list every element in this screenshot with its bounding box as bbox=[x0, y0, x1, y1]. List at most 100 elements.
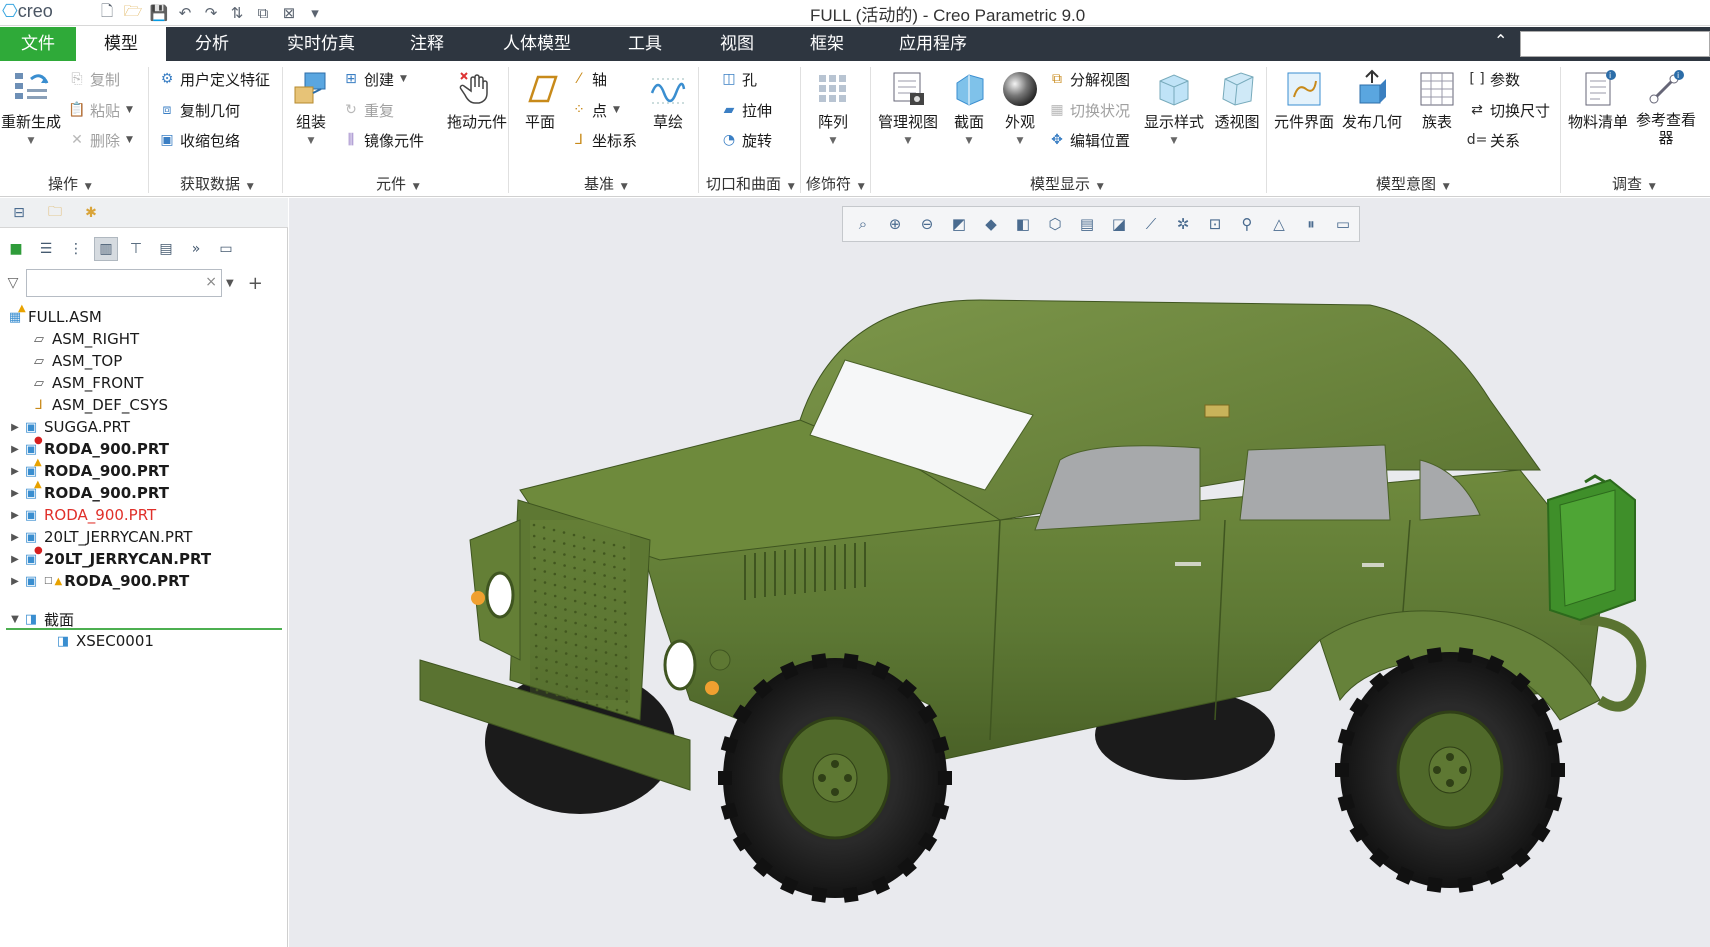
filter-icon[interactable]: ▽ bbox=[4, 274, 22, 292]
tree-item[interactable]: ▱ ASM_FRONT bbox=[30, 372, 143, 394]
delete-button[interactable]: ✕ 删除 ▼ bbox=[68, 128, 133, 152]
tree-item[interactable]: ▶ ▣ RODA_900.PRT bbox=[8, 504, 156, 526]
add-icon[interactable]: + bbox=[248, 273, 263, 294]
vehicle-3d-model[interactable] bbox=[289, 198, 1710, 947]
expand-arrow-icon[interactable]: ▶ bbox=[8, 466, 22, 477]
tab-tools[interactable]: 工具 bbox=[608, 27, 682, 61]
close-window-icon[interactable]: ⊠ bbox=[278, 2, 300, 24]
tab-manikin[interactable]: 人体模型 bbox=[490, 27, 584, 61]
section-item[interactable]: ◨ XSEC0001 bbox=[54, 630, 154, 652]
customize-qat-icon[interactable]: ▾ bbox=[304, 2, 326, 24]
family-table-button[interactable]: 族表 bbox=[1412, 67, 1462, 132]
reference-viewer-button[interactable]: i 参考查看器 bbox=[1634, 67, 1698, 147]
regenerate-qat-icon[interactable]: ⇅ bbox=[226, 2, 248, 24]
switch-dimensions-button[interactable]: ⇄ 切换尺寸 bbox=[1468, 98, 1550, 122]
publish-geometry-button[interactable]: 发布几何 bbox=[1340, 67, 1404, 132]
expand-arrow-icon[interactable]: ▶ bbox=[8, 444, 22, 455]
tree-item[interactable]: ▶ ▣ ● RODA_900.PRT bbox=[8, 435, 169, 460]
expand-arrow-icon[interactable]: ▶ bbox=[8, 532, 22, 543]
csys-button[interactable]: ⅃ 坐标系 bbox=[570, 128, 637, 152]
group-label-operations[interactable]: 操作 ▼ bbox=[48, 173, 92, 194]
clear-search-icon[interactable]: × bbox=[205, 274, 217, 290]
explode-view-button[interactable]: ⧉ 分解视图 bbox=[1048, 67, 1130, 91]
component-interface-button[interactable]: 元件界面 bbox=[1272, 67, 1336, 132]
collapse-arrow-icon[interactable]: ▼ bbox=[8, 614, 22, 625]
tree-item[interactable]: ▶ ▣ ● 20LT_JERRYCAN.PRT bbox=[8, 545, 211, 570]
appearance-button[interactable]: 外观 ▼ bbox=[996, 67, 1044, 146]
tree-view-list-icon[interactable]: ☰ bbox=[34, 237, 58, 261]
axis-button[interactable]: ⁄ 轴 bbox=[570, 67, 607, 91]
manage-views-button[interactable]: 管理视图 ▼ bbox=[876, 67, 940, 146]
expand-arrow-icon[interactable]: ▶ bbox=[8, 554, 22, 565]
tab-view[interactable]: 视图 bbox=[700, 27, 774, 61]
group-label-component[interactable]: 元件 ▼ bbox=[376, 173, 420, 194]
tab-file[interactable]: 文件 bbox=[0, 27, 76, 61]
tree-search-input[interactable]: × bbox=[26, 269, 222, 297]
tree-filters-icon[interactable]: ⊤ bbox=[124, 237, 148, 261]
tab-model[interactable]: 模型 bbox=[76, 27, 166, 61]
point-button[interactable]: ⁘ 点 ▼ bbox=[570, 98, 620, 122]
section-button[interactable]: 截面 ▼ bbox=[944, 67, 994, 146]
repeat-button[interactable]: ↻ 重复 bbox=[342, 98, 394, 122]
drag-components-button[interactable]: 拖动元件 bbox=[440, 67, 514, 132]
minimize-ribbon-icon[interactable]: ⌃ bbox=[1494, 31, 1507, 50]
edit-position-button[interactable]: ✥ 编辑位置 bbox=[1048, 128, 1130, 152]
show-icon[interactable]: ▭ bbox=[214, 237, 238, 261]
relations-button[interactable]: d= 关系 bbox=[1467, 128, 1520, 152]
model-tree-icon[interactable]: ■ bbox=[4, 237, 28, 261]
redo-icon[interactable]: ↷ bbox=[200, 2, 222, 24]
open-folder-icon[interactable]: 🗁 bbox=[122, 2, 144, 24]
new-file-icon[interactable]: 🗋 bbox=[96, 2, 118, 24]
tab-framework[interactable]: 框架 bbox=[790, 27, 864, 61]
tree-view-indent-icon[interactable]: ⋮ bbox=[64, 237, 88, 261]
group-label-datum[interactable]: 基准 ▼ bbox=[584, 173, 628, 194]
tree-item[interactable]: ▶ ▣ SUGGA.PRT bbox=[8, 416, 130, 438]
group-label-model-intent[interactable]: 模型意图 ▼ bbox=[1376, 173, 1450, 194]
sketch-button[interactable]: 草绘 bbox=[646, 67, 690, 132]
sections-folder[interactable]: ▼ ◨ 截面 bbox=[8, 608, 74, 630]
plane-button[interactable]: 平面 bbox=[516, 67, 564, 132]
copy-button[interactable]: ⎘ 复制 bbox=[68, 67, 120, 91]
group-label-model-display[interactable]: 模型显示 ▼ bbox=[1030, 173, 1104, 194]
regenerate-button[interactable]: 重新生成 ▼ bbox=[0, 67, 62, 146]
tree-root[interactable]: ▦ ▲ FULL.ASM bbox=[6, 303, 102, 328]
pattern-button[interactable]: 阵列 ▼ bbox=[810, 67, 856, 146]
more-chevron-icon[interactable]: » bbox=[184, 237, 208, 261]
graphics-viewport[interactable]: ⌕ ⊕ ⊖ ◩ ◆ ◧ ⬡ ▤ ◪ ⟋ ✲ ⊡ ⚲ △ ⏸ ▭ bbox=[289, 198, 1710, 947]
perspective-button[interactable]: 透视图 bbox=[1212, 67, 1262, 132]
group-label-investigate[interactable]: 调查 ▼ bbox=[1612, 173, 1656, 194]
tab-live-simulation[interactable]: 实时仿真 bbox=[274, 27, 368, 61]
tab-annotate[interactable]: 注释 bbox=[390, 27, 464, 61]
mirror-component-button[interactable]: ⫼ 镜像元件 bbox=[342, 128, 424, 152]
tab-applications[interactable]: 应用程序 bbox=[886, 27, 980, 61]
group-label-get-data[interactable]: 获取数据 ▼ bbox=[180, 173, 254, 194]
expand-arrow-icon[interactable]: ▶ bbox=[8, 510, 22, 521]
settings-icon[interactable]: ▤ bbox=[154, 237, 178, 261]
favorites-tab-icon[interactable]: ✱ bbox=[76, 200, 106, 226]
tab-analysis[interactable]: 分析 bbox=[170, 27, 254, 61]
paste-button[interactable]: 📋 粘贴 ▼ bbox=[68, 98, 133, 122]
tree-item[interactable]: ▶ ▣ ▲ RODA_900.PRT bbox=[8, 457, 169, 482]
tree-item[interactable]: ▱ ASM_TOP bbox=[30, 350, 122, 372]
shrinkwrap-button[interactable]: ▣ 收缩包络 bbox=[158, 128, 240, 152]
hole-button[interactable]: ◫ 孔 bbox=[720, 67, 757, 91]
expand-arrow-icon[interactable]: ▶ bbox=[8, 488, 22, 499]
model-tree-tab-icon[interactable]: ⊟ bbox=[4, 200, 34, 226]
parameters-button[interactable]: [ ] 参数 bbox=[1468, 67, 1520, 91]
display-style-button[interactable]: 显示样式 ▼ bbox=[1142, 67, 1206, 146]
windows-icon[interactable]: ⧉ bbox=[252, 2, 274, 24]
folder-browser-tab-icon[interactable]: 🗀 bbox=[40, 200, 70, 226]
tree-item[interactable]: ⅃ ASM_DEF_CSYS bbox=[30, 394, 168, 416]
undo-icon[interactable]: ↶ bbox=[174, 2, 196, 24]
extrude-button[interactable]: ▰ 拉伸 bbox=[720, 98, 772, 122]
bom-button[interactable]: i 物料清单 bbox=[1566, 67, 1630, 132]
create-button[interactable]: ⊞ 创建 ▼ bbox=[342, 67, 407, 91]
save-icon[interactable]: 💾 bbox=[148, 2, 170, 24]
revolve-button[interactable]: ◔ 旋转 bbox=[720, 128, 772, 152]
expand-arrow-icon[interactable]: ▶ bbox=[8, 422, 22, 433]
toggle-status-button[interactable]: ▦ 切换状况 bbox=[1048, 98, 1130, 122]
tree-item[interactable]: ▶ ▣ ▲ RODA_900.PRT bbox=[8, 479, 169, 504]
group-label-modifiers[interactable]: 修饰符 ▼ bbox=[806, 173, 865, 194]
copy-geometry-button[interactable]: ⧈ 复制几何 bbox=[158, 98, 240, 122]
command-search-input[interactable] bbox=[1520, 31, 1710, 57]
